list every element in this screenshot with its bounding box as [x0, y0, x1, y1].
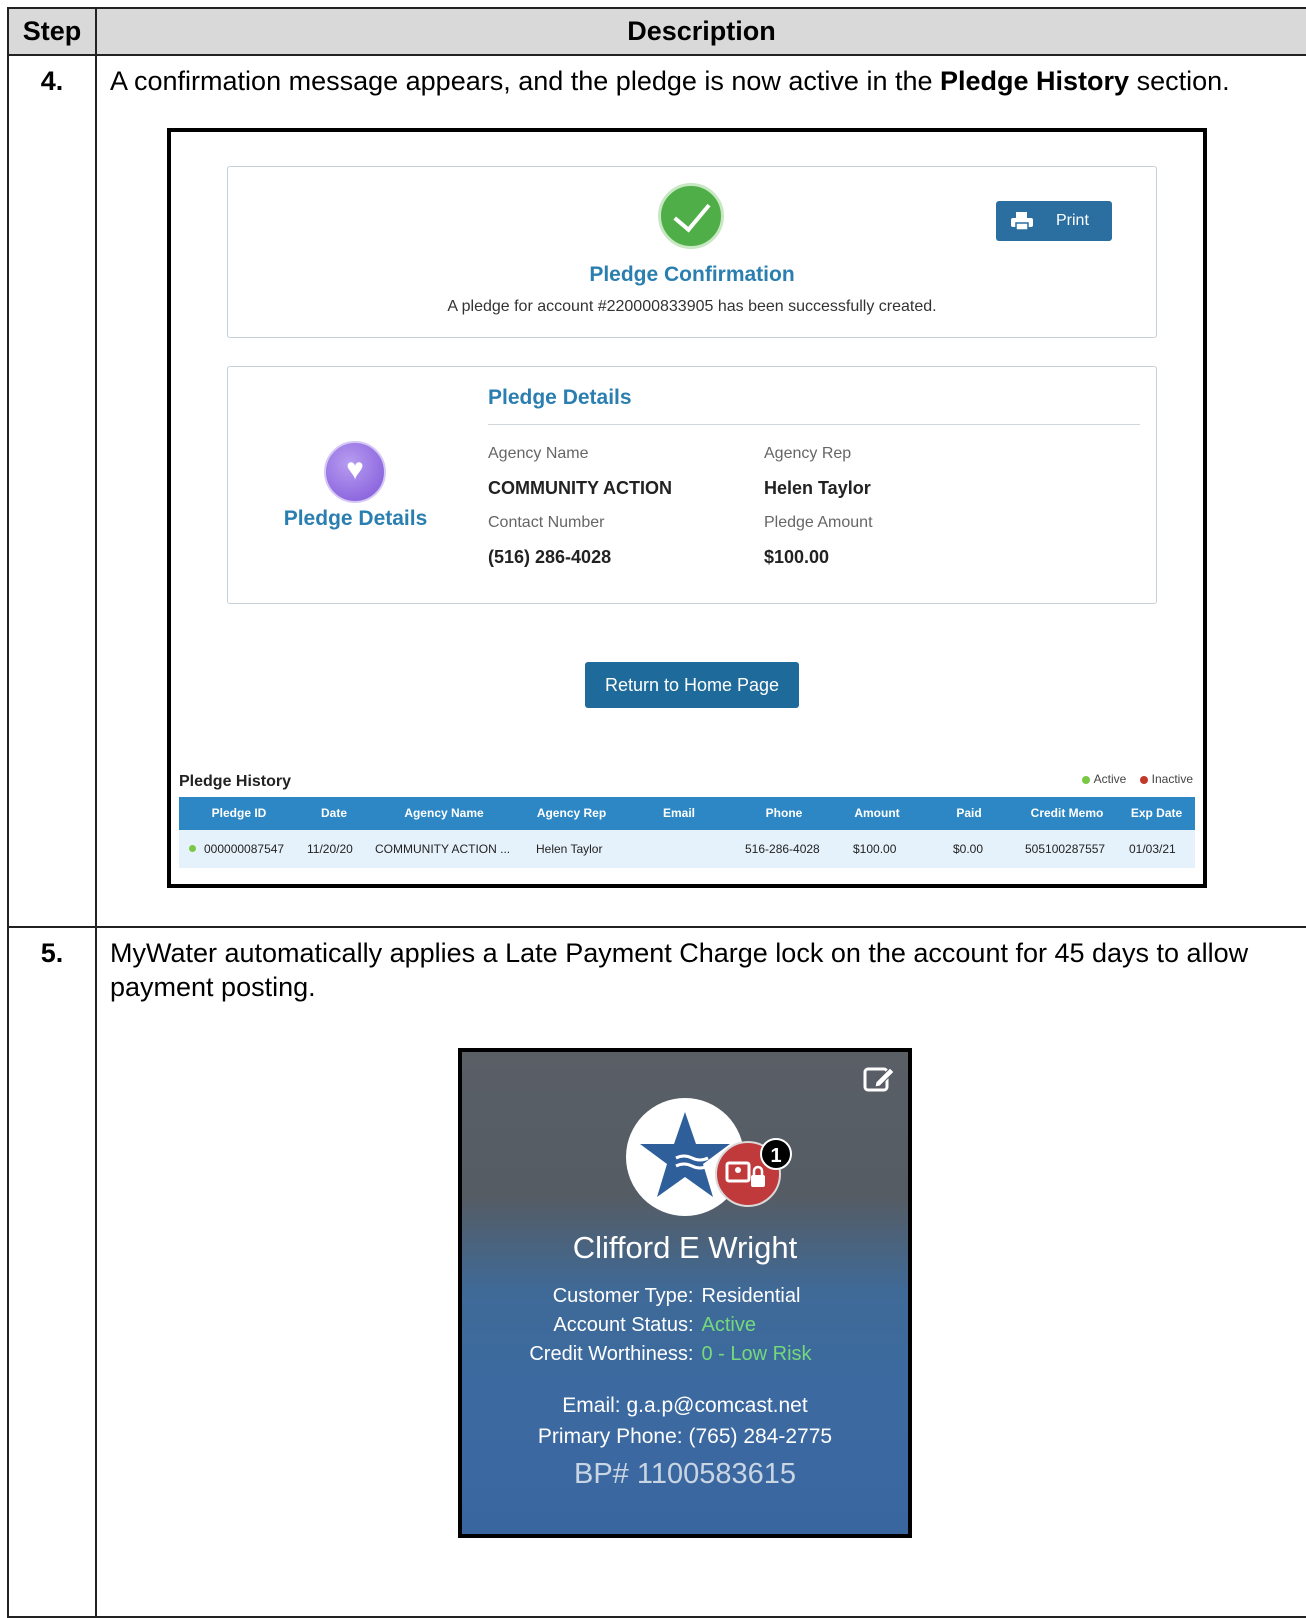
cell-amount: $100.00 [853, 842, 897, 856]
customer-name: Clifford E Wright [572, 1230, 798, 1265]
details-heading: Pledge Details [488, 386, 632, 409]
heart-hand-icon: ♥ [324, 441, 386, 503]
col-agency-rep[interactable]: Agency Rep [529, 797, 614, 830]
cell-agency-name: COMMUNITY ACTION ... [375, 842, 511, 856]
active-dot-icon [1081, 775, 1090, 784]
customer-type-line: Customer Type: Residential [462, 1285, 908, 1308]
customer-email: Email: g.a.p@comcast.net [562, 1394, 808, 1417]
return-home-button[interactable]: Return to Home Page [585, 662, 799, 708]
contact-number-value: (516) 286-4028 [488, 547, 612, 567]
step-row-4: 4. A confirmation message appears, and t… [7, 54, 1306, 928]
col-agency-name[interactable]: Agency Name [379, 797, 509, 830]
pledge-details-panel: ♥ Pledge Details Pledge Details Agency N… [227, 366, 1157, 604]
account-status-line: Account Status: Active [462, 1314, 908, 1337]
table-row[interactable]: 000000087547 11/20/20 COMMUNITY ACTION .… [179, 830, 1195, 868]
pledge-confirmation-screenshot: Pledge Confirmation A pledge for account… [167, 128, 1207, 888]
confirmation-title: Pledge Confirmation [589, 263, 795, 286]
agency-name-label: Agency Name [488, 445, 589, 462]
contact-number-label: Contact Number [488, 514, 605, 531]
step-text: MyWater automatically applies a Late Pay… [110, 938, 1249, 1002]
print-button[interactable]: Print [996, 201, 1112, 241]
customer-card-screenshot: 1 Clifford E Wright Customer Type: Reside… [458, 1048, 912, 1538]
agency-name-value: COMMUNITY ACTION [488, 478, 672, 498]
pledge-history-emphasis: Pledge History [940, 66, 1130, 96]
credit-worthiness-value: 0 - Low Risk [701, 1343, 812, 1365]
col-exp-date[interactable]: Exp Date [1124, 797, 1189, 830]
customer-type-value: Residential [701, 1285, 801, 1307]
active-status-icon [189, 845, 196, 852]
legend-inactive: Inactive [1151, 772, 1193, 786]
print-label: Print [1056, 212, 1089, 229]
credit-worthiness-line: Credit Worthiness: 0 - Low Risk [462, 1343, 908, 1366]
cell-pledge-id: 000000087547 [204, 842, 285, 856]
cell-date: 11/20/20 [307, 842, 353, 856]
agency-rep-label: Agency Rep [764, 445, 852, 462]
col-email[interactable]: Email [649, 797, 709, 830]
table-header-row: Step Description [7, 7, 1306, 56]
cell-agency-rep: Helen Taylor [536, 842, 603, 856]
procedure-table: Step Description 4. A confirmation messa… [7, 7, 1306, 1618]
notification-badge: 1 [760, 1138, 792, 1170]
confirmation-message: A pledge for account #220000833905 has b… [447, 298, 937, 315]
details-divider [488, 424, 1140, 425]
details-side-label: Pledge Details [283, 507, 428, 530]
history-table-header: Pledge ID Date Agency Name Agency Rep Em… [179, 797, 1195, 830]
bp-number: BP# 1100583615 [573, 1458, 796, 1490]
step-row-5: 5. MyWater automatically applies a Late … [7, 926, 1306, 1618]
agency-rep-value: Helen Taylor [764, 478, 871, 498]
confirmation-panel: Pledge Confirmation A pledge for account… [227, 166, 1157, 338]
step-description: MyWater automatically applies a Late Pay… [95, 926, 1306, 1618]
description-column-header: Description [95, 7, 1306, 56]
pledge-amount-label: Pledge Amount [764, 514, 873, 531]
success-check-icon [658, 183, 724, 249]
legend-active: Active [1093, 772, 1127, 786]
inactive-dot-icon [1139, 775, 1148, 784]
account-status-value: Active [701, 1314, 756, 1336]
col-pledge-id[interactable]: Pledge ID [189, 797, 289, 830]
step-text: A confirmation message appears, and the … [110, 66, 1230, 96]
cell-phone: 516-286-4028 [745, 842, 820, 856]
col-credit-memo[interactable]: Credit Memo [1022, 797, 1112, 830]
col-phone[interactable]: Phone [749, 797, 819, 830]
step-column-header: Step [7, 7, 97, 56]
col-amount[interactable]: Amount [847, 797, 907, 830]
cell-paid: $0.00 [953, 842, 984, 856]
status-legend: Active Inactive [1072, 772, 1193, 786]
step-number: 4. [7, 54, 97, 928]
customer-phone: Primary Phone: (765) 284-2775 [537, 1425, 833, 1448]
col-paid[interactable]: Paid [944, 797, 994, 830]
edit-icon[interactable] [862, 1064, 896, 1094]
pledge-amount-value: $100.00 [764, 547, 830, 567]
pledge-history-title: Pledge History [179, 773, 292, 790]
cell-credit-memo: 505100287557 [1025, 842, 1106, 856]
cell-exp-date: 01/03/21 [1129, 842, 1176, 856]
step-number: 5. [7, 926, 97, 1618]
printer-icon [1011, 212, 1033, 231]
step-description: A confirmation message appears, and the … [95, 54, 1306, 928]
col-date[interactable]: Date [304, 797, 364, 830]
